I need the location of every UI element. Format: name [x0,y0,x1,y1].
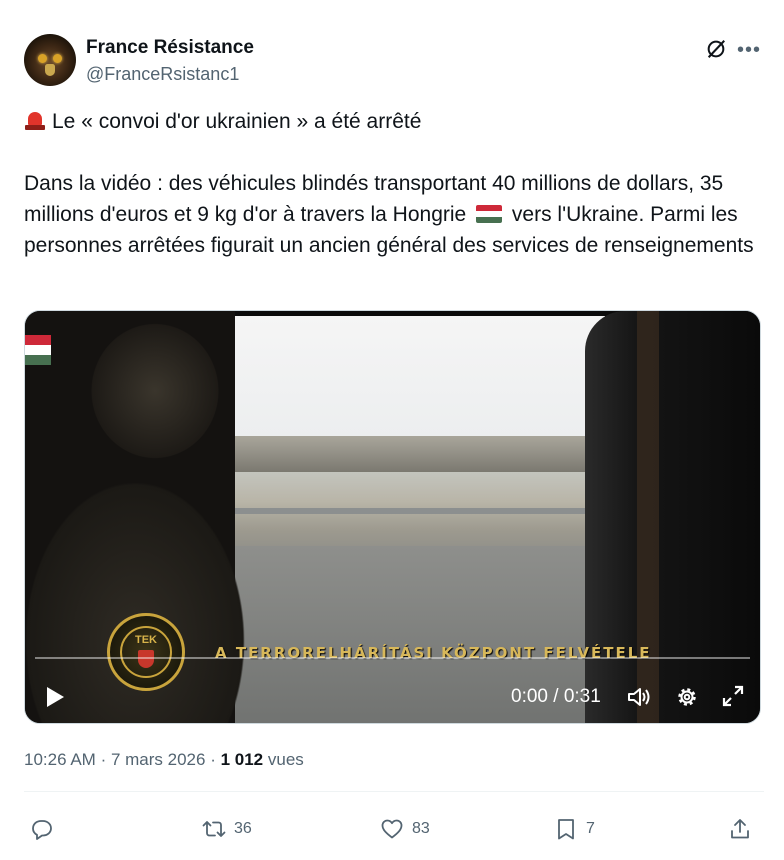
reply-icon [32,820,52,840]
views-count: 1 012 [220,750,264,769]
tweet-paragraph-part-b: vers l'Ukraine. [511,203,645,226]
avatar[interactable] [24,34,76,86]
video-player[interactable]: TEK A TERRORELHÁRÍTÁSI KÖZPONT FELVÉTELE… [24,310,761,724]
video-scene-person [25,311,355,723]
tweet-paragraph: Dans la vidéo : des véhicules blindés tr… [24,168,764,261]
retweet-icon [202,821,226,837]
reply-button[interactable] [30,812,62,846]
author-handle[interactable]: @FranceRsistanc1 [86,64,239,85]
tweet-date[interactable]: 7 mars 2026 [111,750,206,769]
share-button[interactable] [728,812,760,846]
tweet-meta: 10:26 AM · 7 mars 2026 · 1 012 vues [24,750,304,769]
tweet-time[interactable]: 10:26 AM [24,750,96,769]
gear-icon[interactable] [675,685,699,709]
more-icon[interactable]: ••• [737,40,761,60]
share-icon [731,819,749,839]
author-name[interactable]: France Résistance [86,37,254,59]
tweet-line-1: Le « convoi d'or ukrainien » a été arrêt… [24,106,764,137]
play-icon[interactable] [45,686,65,708]
retweet-button[interactable]: 36 [202,812,252,846]
volume-icon[interactable] [627,686,651,708]
eagle-eye [38,54,47,63]
eagle-eye [53,54,62,63]
grok-icon[interactable] [705,38,727,60]
siren-icon [24,109,46,131]
action-bar: 36 83 7 [24,812,764,846]
bookmark-count: 7 [586,820,595,837]
heart-icon [381,819,403,839]
like-button[interactable]: 83 [380,812,430,846]
like-count: 83 [412,820,430,837]
bookmark-icon [558,819,574,840]
hungary-flag-icon [476,205,503,223]
fullscreen-icon[interactable] [722,685,744,707]
tweet-text: Le « convoi d'or ukrainien » a été arrêt… [24,106,764,261]
tek-logo-text: TEK [135,634,157,646]
bookmark-button[interactable]: 7 [554,812,595,846]
tweet-headline: Le « convoi d'or ukrainien » a été arrêt… [52,110,422,133]
video-progress-bar[interactable] [35,657,750,659]
views-label: vues [267,750,304,769]
retweet-count: 36 [234,820,252,837]
hungary-flag-icon [25,335,51,365]
divider [24,791,764,792]
tweet-header: France Résistance @FranceRsistanc1 ••• [24,34,764,90]
video-caption: A TERRORELHÁRÍTÁSI KÖZPONT FELVÉTELE [215,644,652,662]
eagle-beak [45,64,55,76]
video-scene-frame [585,311,760,723]
video-time: 0:00 / 0:31 [511,686,601,707]
tek-logo: TEK [107,613,185,691]
